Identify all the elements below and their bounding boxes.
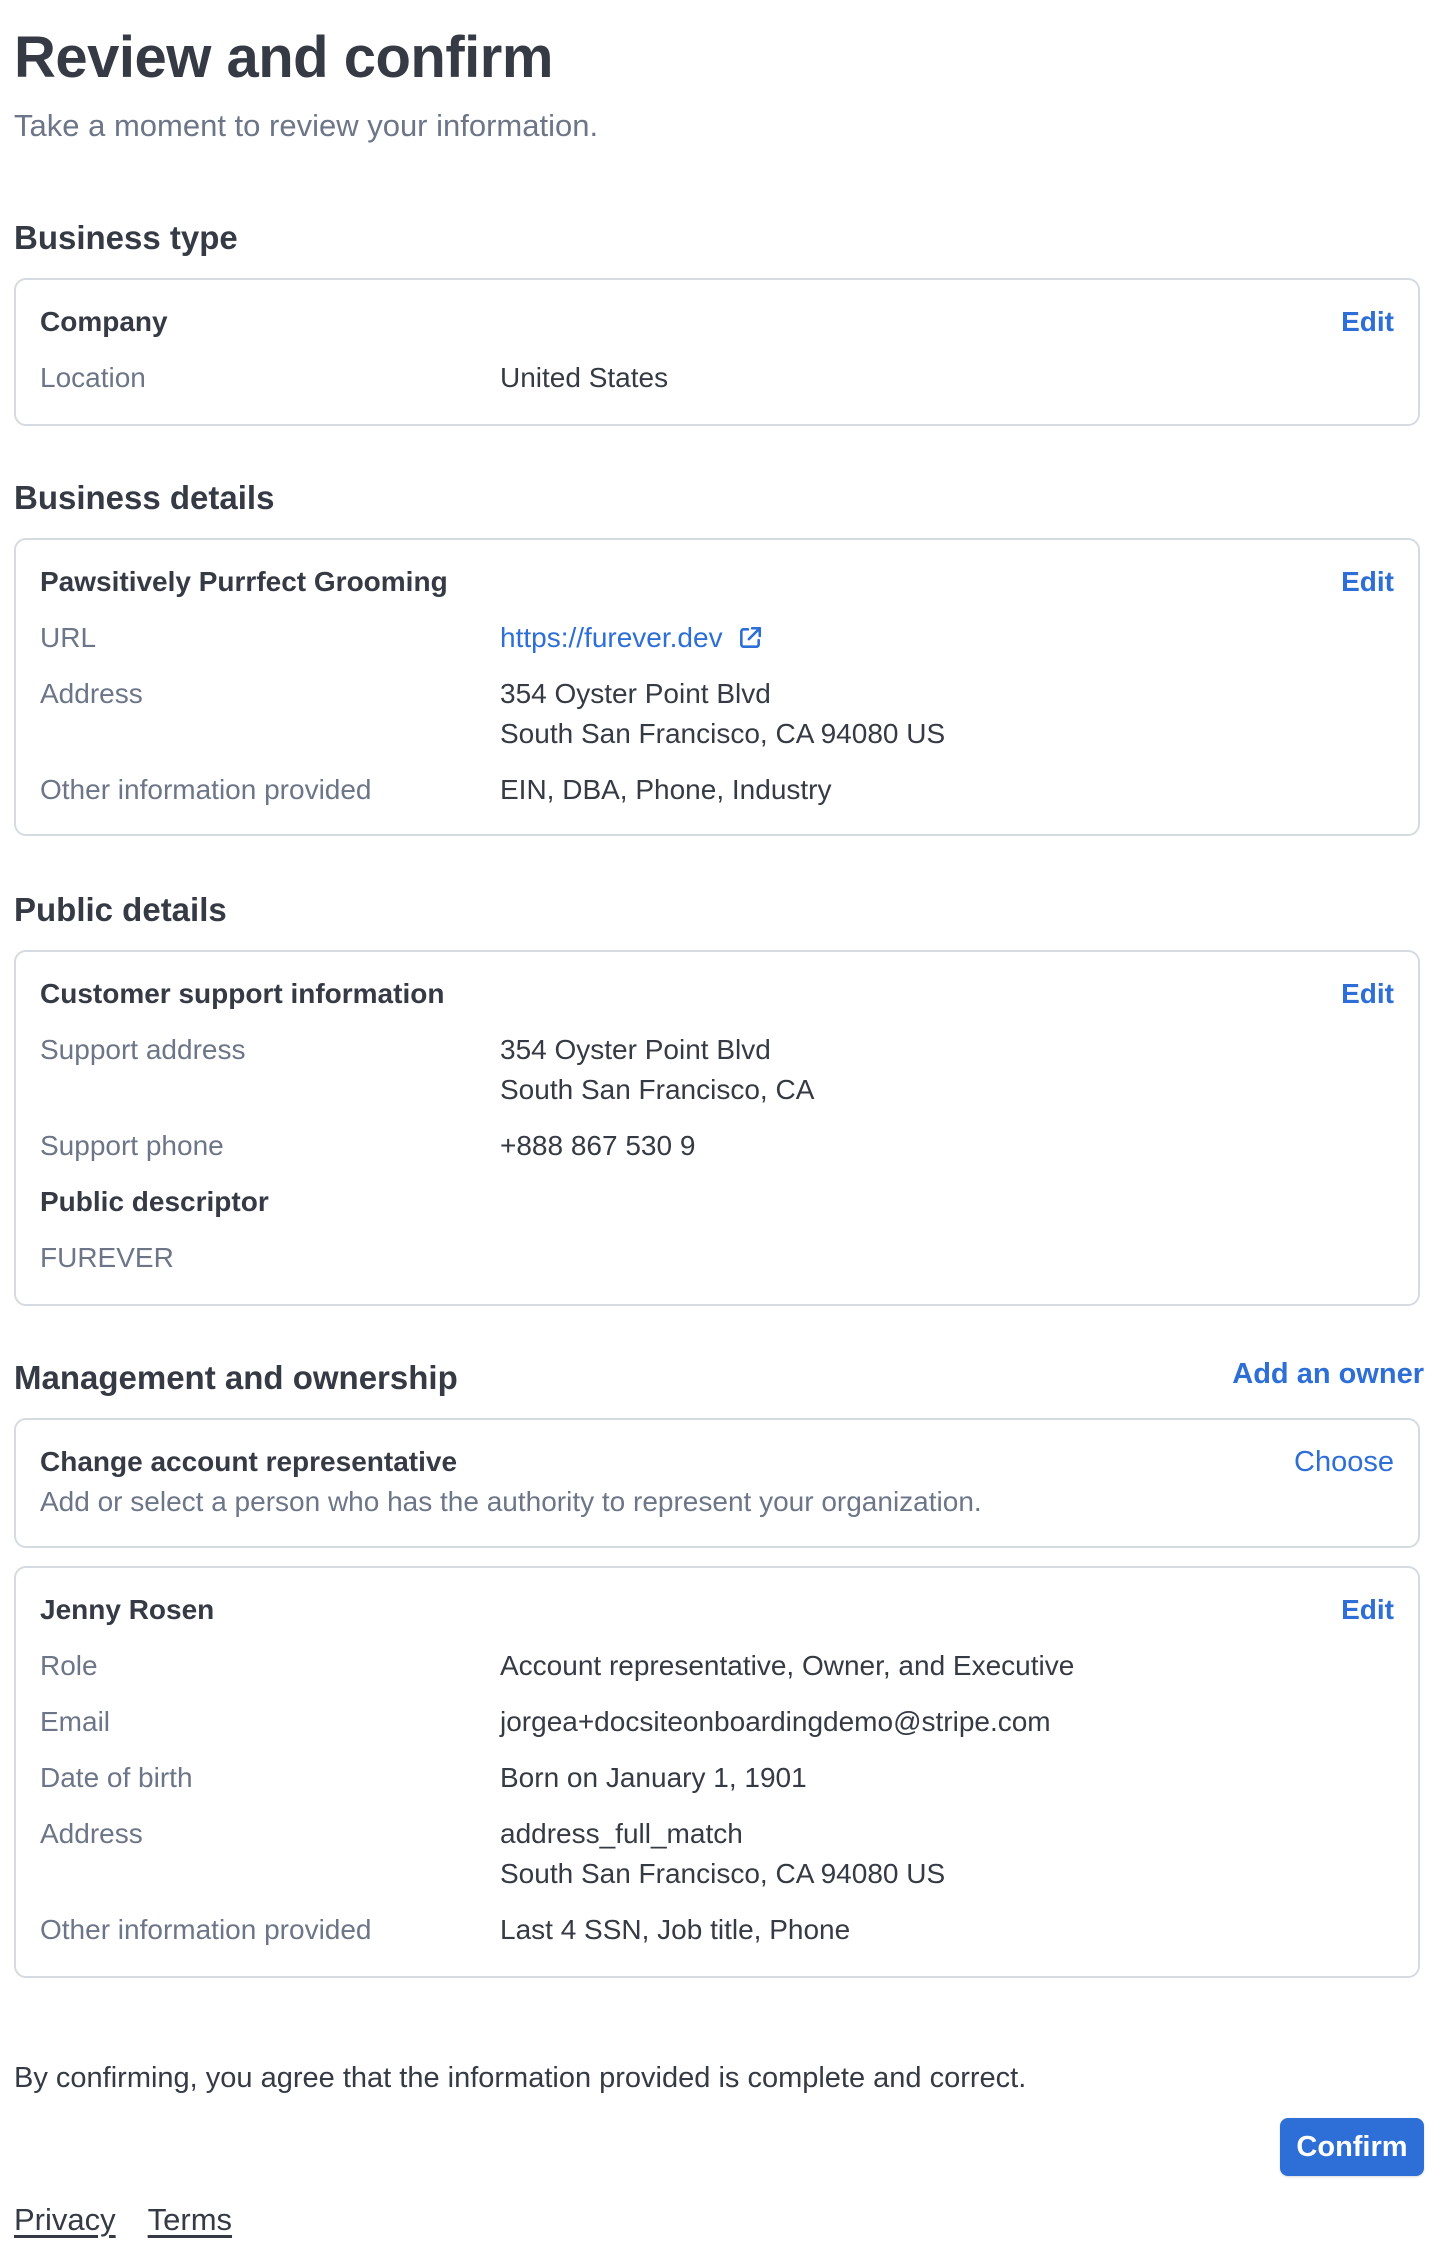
- support-phone-label: Support phone: [40, 1130, 224, 1161]
- support-info-title: Customer support information: [40, 978, 445, 1009]
- external-link-icon: [739, 626, 761, 648]
- public-details-edit-link[interactable]: Edit: [1341, 974, 1394, 1014]
- business-type-card: Company Edit Location United States: [14, 278, 1420, 426]
- confirm-button[interactable]: Confirm: [1280, 2118, 1424, 2176]
- address-value: 354 Oyster Point Blvd South San Francisc…: [500, 674, 945, 754]
- person-address-label: Address: [40, 1818, 143, 1849]
- business-details-edit-link[interactable]: Edit: [1341, 562, 1394, 602]
- business-name: Pawsitively Purrfect Grooming: [40, 566, 448, 597]
- business-type-card-title: Company: [40, 306, 168, 337]
- change-representative-description: Add or select a person who has the autho…: [40, 1486, 982, 1517]
- public-details-heading: Public details: [14, 891, 227, 928]
- page-title: Review and confirm: [14, 25, 553, 90]
- location-value: United States: [500, 362, 669, 393]
- business-details-heading: Business details: [14, 479, 275, 516]
- support-address-label: Support address: [40, 1034, 246, 1065]
- change-representative-card: Change account representative Choose Add…: [14, 1418, 1420, 1548]
- person-address-line-1: address_full_match: [500, 1818, 743, 1849]
- management-heading: Management and ownership: [14, 1359, 458, 1396]
- person-card: Jenny Rosen Edit Role Account representa…: [14, 1566, 1420, 1978]
- support-address-value: 354 Oyster Point Blvd South San Francisc…: [500, 1030, 814, 1110]
- support-phone-value: +888 867 530 9: [500, 1130, 696, 1161]
- consent-text: By confirming, you agree that the inform…: [14, 2062, 1027, 2094]
- role-label: Role: [40, 1650, 98, 1681]
- address-label: Address: [40, 678, 143, 709]
- person-other-info-label: Other information provided: [40, 1914, 372, 1945]
- footer-links: Privacy Terms: [14, 2198, 232, 2242]
- dob-value: Born on January 1, 1901: [500, 1762, 807, 1793]
- location-label: Location: [40, 362, 146, 393]
- business-details-card: Pawsitively Purrfect Grooming Edit URL h…: [14, 538, 1420, 836]
- support-address-line-1: 354 Oyster Point Blvd: [500, 1034, 771, 1065]
- person-address-line-2: South San Francisco, CA 94080 US: [500, 1858, 946, 1889]
- business-url-link[interactable]: https://furever.dev: [500, 618, 763, 658]
- business-url-text: https://furever.dev: [500, 622, 723, 653]
- person-address-value: address_full_match South San Francisco, …: [500, 1814, 945, 1894]
- add-owner-link[interactable]: Add an owner: [1232, 1352, 1424, 1396]
- public-descriptor-value: FUREVER: [40, 1242, 174, 1273]
- address-line-1: 354 Oyster Point Blvd: [500, 678, 771, 709]
- public-descriptor-title: Public descriptor: [40, 1186, 269, 1217]
- page-subtitle: Take a moment to review your information…: [14, 108, 599, 143]
- email-value: jorgea+docsiteonboardingdemo@stripe.com: [500, 1706, 1051, 1737]
- person-edit-link[interactable]: Edit: [1341, 1590, 1394, 1630]
- privacy-link[interactable]: Privacy: [14, 2198, 116, 2242]
- business-type-edit-link[interactable]: Edit: [1341, 302, 1394, 342]
- person-name: Jenny Rosen: [40, 1594, 215, 1625]
- other-info-value: EIN, DBA, Phone, Industry: [500, 774, 832, 805]
- public-details-card: Customer support information Edit Suppor…: [14, 950, 1420, 1306]
- choose-representative-link[interactable]: Choose: [1294, 1442, 1394, 1482]
- dob-label: Date of birth: [40, 1762, 193, 1793]
- other-info-label: Other information provided: [40, 774, 372, 805]
- terms-link[interactable]: Terms: [148, 2198, 232, 2242]
- role-value: Account representative, Owner, and Execu…: [500, 1650, 1075, 1681]
- address-line-2: South San Francisco, CA 94080 US: [500, 718, 946, 749]
- support-address-line-2: South San Francisco, CA: [500, 1074, 815, 1105]
- change-representative-title: Change account representative: [40, 1446, 458, 1477]
- person-other-info-value: Last 4 SSN, Job title, Phone: [500, 1914, 851, 1945]
- business-type-heading: Business type: [14, 219, 238, 256]
- email-label: Email: [40, 1706, 111, 1737]
- url-label: URL: [40, 622, 97, 653]
- url-value: https://furever.dev: [500, 618, 763, 658]
